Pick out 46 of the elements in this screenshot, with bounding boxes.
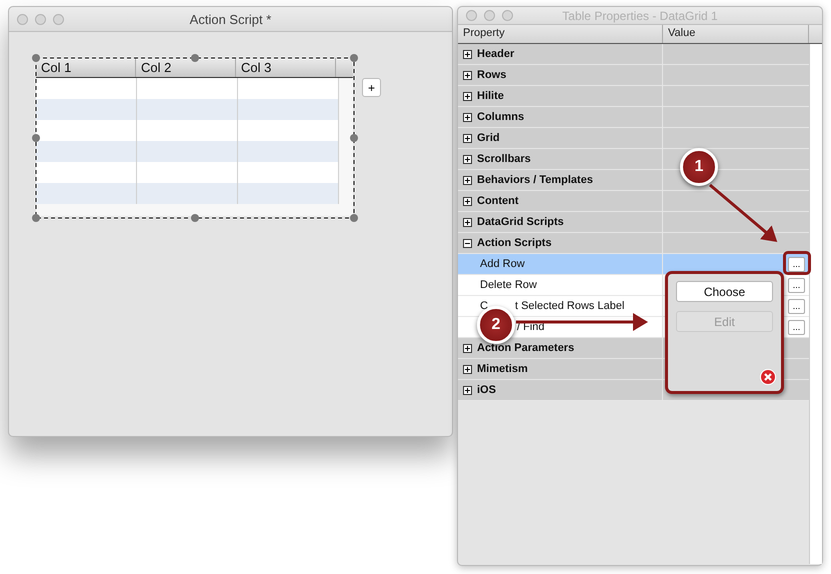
property-group[interactable]: DataGrid Scripts <box>477 216 564 228</box>
more-button[interactable]: ... <box>788 298 805 314</box>
expand-toggle-icon[interactable] <box>463 196 472 206</box>
column-header[interactable]: Col 3 <box>236 58 336 77</box>
property-group[interactable]: Hilite <box>477 90 504 102</box>
data-grid[interactable]: Col 1 Col 2 Col 3 <box>36 58 353 216</box>
column-header[interactable]: Property <box>458 25 663 43</box>
expand-toggle-icon[interactable] <box>463 92 472 100</box>
column-header[interactable]: Value <box>663 25 809 43</box>
property-group[interactable]: Content <box>477 195 519 207</box>
expand-toggle-icon[interactable] <box>463 238 472 248</box>
window-title: Table Properties - DataGrid 1 <box>562 8 718 22</box>
more-button[interactable]: ... <box>788 256 805 272</box>
property-group[interactable]: Action Scripts <box>477 237 552 249</box>
property-group[interactable]: Mimetism <box>477 363 528 375</box>
expand-toggle-icon[interactable] <box>463 218 472 226</box>
property-label: Add Row <box>480 258 525 270</box>
property-group[interactable]: Grid <box>477 132 500 144</box>
more-button[interactable]: ... <box>788 278 805 292</box>
expand-toggle-icon[interactable] <box>463 112 472 122</box>
property-group[interactable]: Behaviors / Templates <box>477 174 593 186</box>
property-label: Delete Row <box>480 279 537 291</box>
more-button[interactable]: ... <box>788 320 805 334</box>
property-group[interactable]: Action Parameters <box>477 342 574 354</box>
expand-toggle-icon[interactable] <box>463 176 472 184</box>
property-row[interactable]: Add Row ... <box>458 254 809 275</box>
expand-toggle-icon[interactable] <box>463 344 472 352</box>
property-group[interactable]: iOS <box>477 384 496 396</box>
expand-toggle-icon[interactable] <box>463 364 472 374</box>
scrollbar[interactable] <box>809 44 822 564</box>
property-group[interactable]: Rows <box>477 69 506 81</box>
close-icon[interactable] <box>760 369 776 385</box>
property-label: t Selected Rows Label <box>514 300 624 312</box>
popup-button[interactable]: Choose <box>676 281 773 302</box>
expand-toggle-icon[interactable] <box>463 134 472 142</box>
expand-toggle-icon[interactable] <box>463 154 472 164</box>
expand-toggle-icon[interactable] <box>463 386 472 394</box>
expand-toggle-icon[interactable] <box>463 70 472 80</box>
property-group[interactable]: Scrollbars <box>477 153 531 165</box>
callout-arrow <box>709 184 778 242</box>
window-title: Action Script * <box>190 12 272 26</box>
property-group[interactable]: Columns <box>477 111 524 123</box>
highlight-frame <box>783 251 811 275</box>
add-button[interactable]: + <box>362 78 381 97</box>
property-group[interactable]: Header <box>477 48 514 60</box>
expand-toggle-icon[interactable] <box>463 50 472 58</box>
